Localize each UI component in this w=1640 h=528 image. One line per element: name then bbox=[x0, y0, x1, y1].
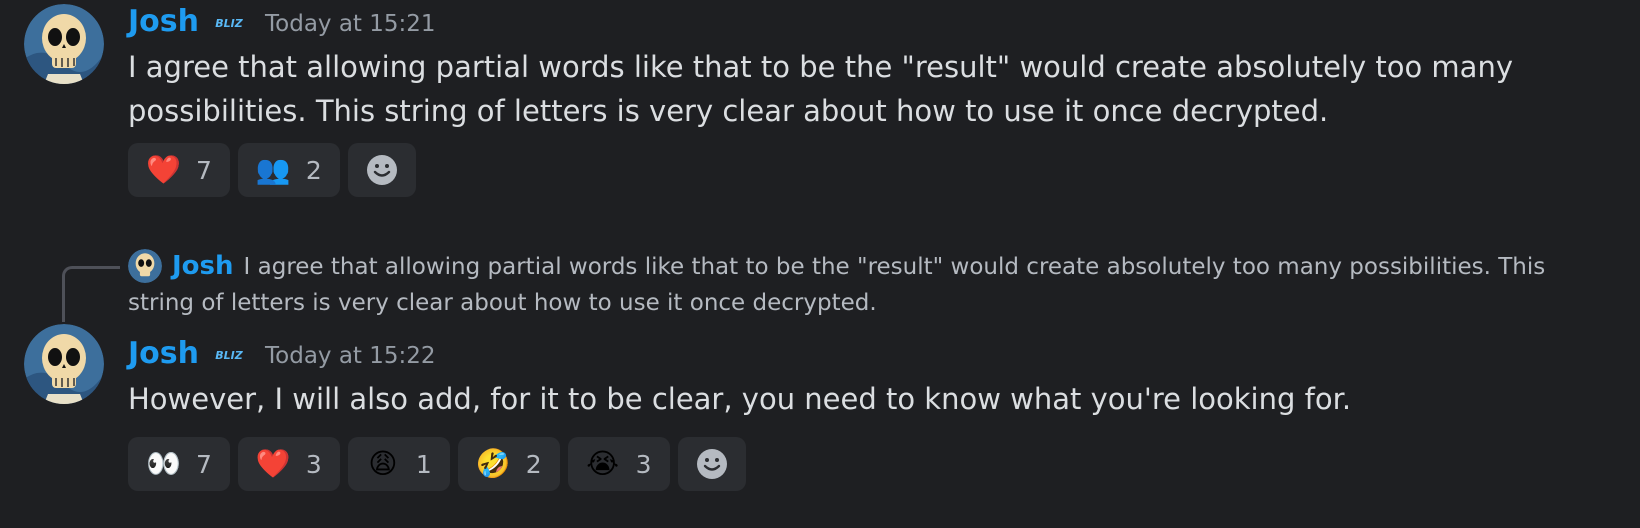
message-header: Josh BLIZ Today at 15:22 bbox=[128, 336, 436, 371]
chat-view: Josh BLIZ Today at 15:21 I agree that al… bbox=[0, 0, 1640, 528]
reaction-rofl[interactable]: 🤣 2 bbox=[457, 437, 560, 491]
reaction-bar: 👀 7 ❤️ 3 😩 1 🤣 2 😭 3 bbox=[128, 437, 746, 491]
message-content: However, I will also add, for it to be c… bbox=[128, 382, 1352, 416]
timestamp: Today at 15:22 bbox=[265, 343, 436, 369]
reaction-eyes[interactable]: 👀 7 bbox=[128, 437, 230, 491]
people-emoji-icon: 👥 bbox=[255, 153, 291, 186]
rofl-emoji-icon: 🤣 bbox=[475, 447, 511, 480]
reaction-bar: ❤️ 7 👥 2 bbox=[128, 143, 416, 197]
reaction-count: 7 bbox=[196, 155, 212, 185]
reply-avatar bbox=[128, 249, 162, 283]
eyes-emoji-icon: 👀 bbox=[146, 447, 181, 480]
smiley-add-reaction-icon bbox=[696, 449, 727, 479]
heart-emoji-icon: ❤️ bbox=[146, 153, 181, 186]
timestamp: Today at 15:21 bbox=[265, 11, 436, 37]
reply-preview[interactable]: Josh I agree that allowing partial words … bbox=[128, 248, 1608, 321]
reaction-people[interactable]: 👥 2 bbox=[237, 143, 340, 197]
skull-avatar-icon bbox=[24, 4, 104, 84]
add-reaction-button[interactable] bbox=[677, 437, 746, 491]
reaction-count: 7 bbox=[196, 449, 212, 479]
reaction-count: 2 bbox=[305, 155, 322, 185]
smiley-add-reaction-icon bbox=[366, 155, 397, 185]
reaction-crying-face[interactable]: 😭 3 bbox=[567, 437, 670, 491]
skull-avatar-icon bbox=[24, 324, 104, 404]
svg-text:BLIZ: BLIZ bbox=[215, 17, 243, 30]
reaction-heart[interactable]: ❤️ 7 bbox=[128, 143, 230, 197]
reply-spine bbox=[62, 266, 120, 322]
reaction-count: 3 bbox=[305, 449, 322, 479]
message-header: Josh BLIZ Today at 15:21 bbox=[128, 4, 436, 39]
heart-emoji-icon: ❤️ bbox=[255, 447, 291, 480]
reaction-weary-face[interactable]: 😩 1 bbox=[347, 437, 450, 491]
reaction-count: 2 bbox=[525, 449, 542, 479]
crying-face-emoji-icon: 😭 bbox=[586, 447, 619, 480]
reaction-heart[interactable]: ❤️ 3 bbox=[237, 437, 340, 491]
add-reaction-button[interactable] bbox=[347, 143, 416, 197]
username[interactable]: Josh bbox=[128, 336, 199, 371]
svg-text:BLIZ: BLIZ bbox=[215, 349, 243, 362]
blizzard-badge-icon: BLIZ bbox=[213, 343, 245, 365]
reply-text: I agree that allowing partial words like… bbox=[128, 254, 1546, 316]
avatar[interactable] bbox=[24, 324, 104, 404]
skull-avatar-icon bbox=[128, 249, 162, 283]
avatar[interactable] bbox=[24, 4, 104, 84]
reply-username[interactable]: Josh bbox=[172, 251, 234, 281]
reaction-count: 3 bbox=[635, 449, 652, 479]
username[interactable]: Josh bbox=[128, 4, 199, 39]
blizzard-badge-icon: BLIZ bbox=[213, 11, 245, 33]
message-content: I agree that allowing partial words like… bbox=[128, 50, 1513, 128]
reaction-count: 1 bbox=[415, 449, 432, 479]
weary-face-emoji-icon: 😩 bbox=[368, 447, 398, 480]
